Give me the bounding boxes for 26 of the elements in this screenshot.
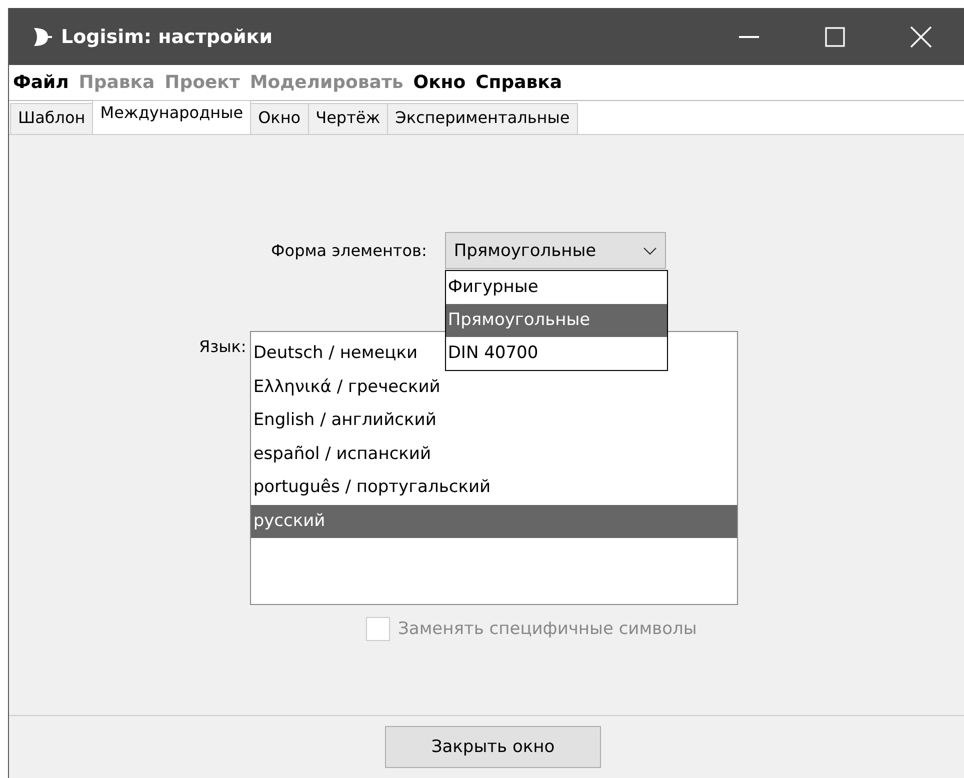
menu-item[interactable]: Файл [13,72,69,93]
language-item[interactable]: русский [251,504,738,538]
shape-dropdown[interactable]: Прямоугольные [444,232,666,269]
language-item[interactable]: português / португальский [251,471,738,504]
field-label: Язык: [199,336,246,358]
language-item[interactable]: español / испанский [251,438,738,471]
tab[interactable]: Окно [250,103,309,134]
chevron-icon [642,246,657,254]
tab[interactable]: Шаблон [10,103,94,134]
menu-item[interactable]: Окно [413,72,466,93]
dropdown-option[interactable]: Фигурные [446,271,667,304]
window-title: Logisim: настройки [61,26,274,48]
language-item[interactable]: English / английский [251,404,738,438]
tab[interactable]: Экспериментальные [387,103,578,134]
tab[interactable]: Чертёж [308,103,388,134]
maximize-icon[interactable] [825,26,845,46]
dropdown-option[interactable]: Прямоугольные [446,304,667,337]
language-item[interactable]: Ελληνικά / греческий [251,370,738,404]
minimize-icon[interactable] [739,36,759,38]
dropdown-option[interactable]: DIN 40700 [446,337,667,370]
app-logo-icon [31,26,53,48]
close-icon[interactable] [910,26,932,48]
close-window-button[interactable]: Закрыть окно [385,726,601,768]
checkbox-label: Заменять специфичные символы [398,619,697,639]
field-label: Форма элементов: [271,241,427,260]
menu-item[interactable]: Справка [476,72,562,93]
